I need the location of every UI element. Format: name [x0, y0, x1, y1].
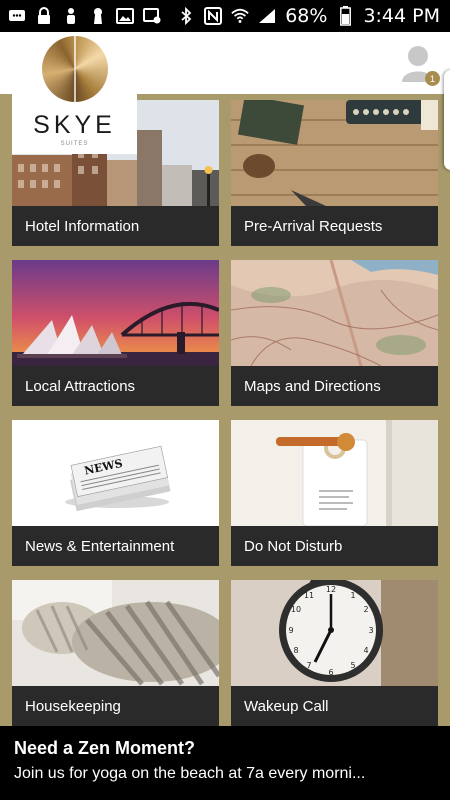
svg-text:2: 2 — [363, 605, 368, 614]
clock: 3:44 PM — [363, 5, 440, 27]
person-icon — [62, 7, 80, 25]
tile-wakeup-call[interactable]: 12 1 2 3 45 6 7 8 9 10 11 Wakeup Call — [231, 580, 438, 726]
door-hanger-image — [231, 420, 438, 526]
svg-text:11: 11 — [304, 591, 314, 600]
tile-local-attractions[interactable]: Local Attractions — [12, 260, 219, 406]
tile-label: Maps and Directions — [231, 366, 438, 406]
tile-label: Local Attractions — [12, 366, 219, 406]
drawer-handle[interactable] — [444, 70, 450, 170]
wifi-icon — [231, 7, 249, 25]
banner-title: Need a Zen Moment? — [14, 738, 196, 758]
tile-label: Do Not Disturb — [231, 526, 438, 566]
tile-do-not-disturb[interactable]: Do Not Disturb — [231, 420, 438, 566]
battery-icon — [336, 6, 354, 26]
status-bar: 68% 3:44 PM — [0, 0, 450, 32]
svg-text:9: 9 — [288, 626, 293, 635]
svg-text:8: 8 — [293, 646, 298, 655]
pillows-image — [12, 580, 219, 686]
brand-logo[interactable]: SKYE SUITES — [12, 32, 137, 154]
svg-text:7: 7 — [306, 661, 311, 670]
keyhole-icon — [89, 7, 107, 25]
bluetooth-icon — [177, 7, 195, 25]
newspaper-image: NEWS — [12, 420, 219, 526]
banner-text: Join us for yoga on the beach at 7a ever… — [14, 765, 366, 782]
message-icon — [8, 7, 26, 25]
opera-house-sunset-image — [12, 260, 219, 366]
tile-label: Hotel Information — [12, 206, 219, 246]
svg-text:4: 4 — [363, 646, 368, 655]
battery-percent: 68% — [285, 5, 328, 27]
tile-maps-and-directions[interactable]: Maps and Directions — [231, 260, 438, 406]
logo-mark-icon — [41, 36, 108, 102]
map-image — [231, 260, 438, 366]
nfc-icon — [204, 7, 223, 25]
tile-label: Pre-Arrival Requests — [231, 206, 438, 246]
image-icon — [116, 7, 134, 25]
lock-icon — [35, 7, 53, 25]
profile-button[interactable]: 1 — [400, 44, 440, 86]
tile-label: News & Entertainment — [12, 526, 219, 566]
desk-typewriter-image — [231, 100, 438, 206]
tile-housekeeping[interactable]: Housekeeping — [12, 580, 219, 726]
svg-text:12: 12 — [326, 585, 336, 594]
alarm-clock-image: 12 12 3 45 6 7 8 9 1011 — [231, 580, 438, 686]
svg-text:5: 5 — [350, 661, 355, 670]
tile-pre-arrival-requests[interactable]: Pre-Arrival Requests — [231, 100, 438, 246]
brand-name: SKYE — [33, 111, 116, 139]
svg-text:1: 1 — [350, 591, 355, 600]
settings-photo-icon — [143, 7, 161, 25]
tile-label: Wakeup Call — [231, 686, 438, 726]
promo-banner[interactable]: Need a Zen Moment? Join us for yoga on t… — [0, 726, 450, 800]
notification-badge: 1 — [425, 71, 440, 86]
signal-icon — [258, 7, 276, 25]
tile-news-entertainment[interactable]: NEWS News & Entertainment — [12, 420, 219, 566]
svg-text:10: 10 — [291, 605, 301, 614]
brand-sub: SUITES — [60, 141, 89, 147]
tile-label: Housekeeping — [12, 686, 219, 726]
svg-text:3: 3 — [368, 626, 373, 635]
svg-text:6: 6 — [328, 668, 333, 677]
